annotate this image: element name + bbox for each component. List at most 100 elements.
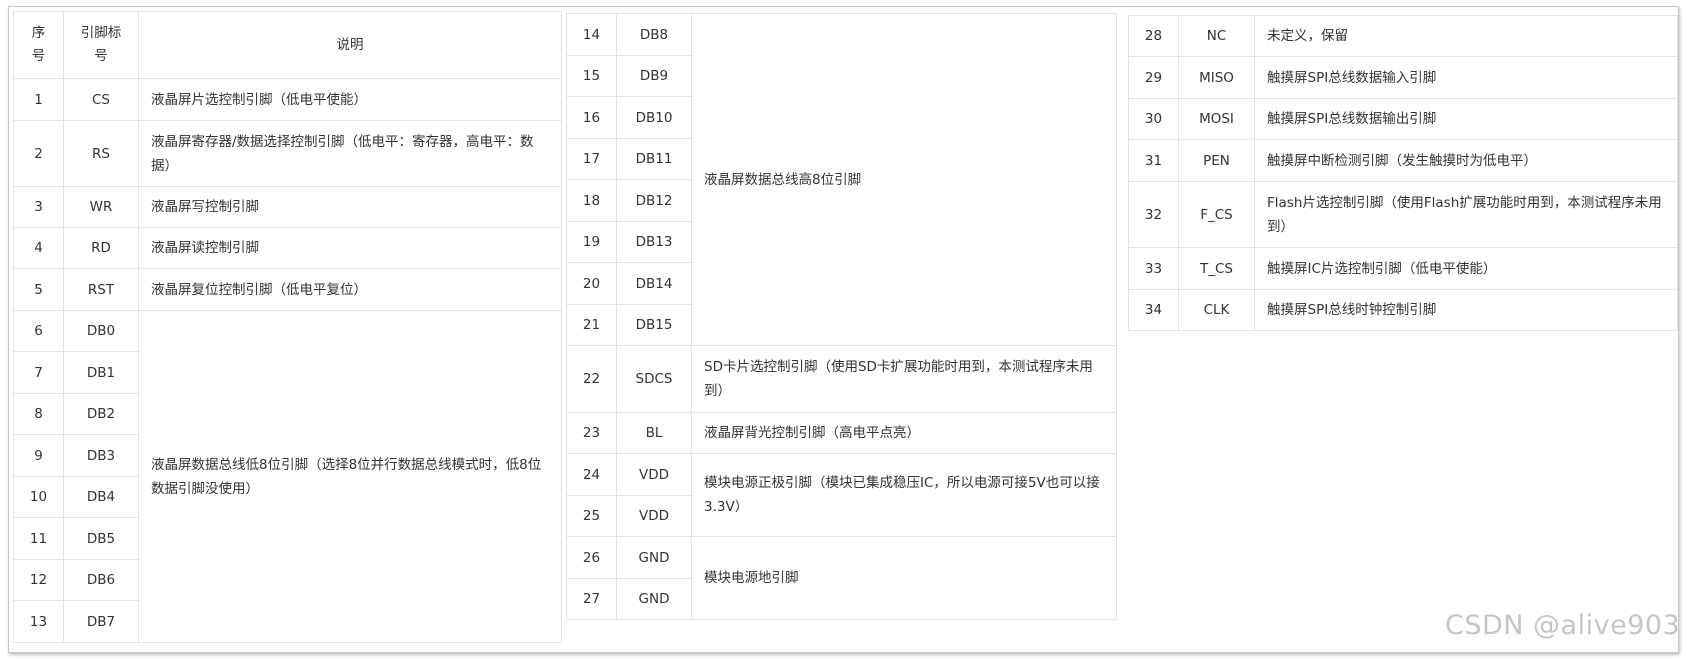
pin-label: DB2 [63,393,139,435]
pin-number: 29 [1128,56,1179,99]
pin-number: 12 [13,559,64,601]
table-header-row: 序号 引脚标号 说明 [13,11,562,79]
pin-label: WR [63,186,139,228]
pin-description: 触摸屏SPI总线数据输出引脚 [1254,98,1678,140]
pin-label: DB1 [63,351,139,394]
pin-number: 6 [13,310,64,352]
table-row: 31 PEN 触摸屏中断检测引脚（发生触摸时为低电平） [1128,139,1678,182]
pin-number: 2 [13,120,64,187]
pin-number: 14 [566,13,617,56]
pin-label: VDD [616,453,692,496]
pin-description: SD卡片选控制引脚（使用SD卡扩展功能时用到，本测试程序未用到） [691,345,1117,413]
table-row: 2 RS 液晶屏寄存器/数据选择控制引脚（低电平：寄存器，高电平：数据） [13,120,562,187]
pin-number: 32 [1128,181,1179,248]
pin-number: 26 [566,536,617,579]
pin-number: 15 [566,55,617,97]
pin-description-merged: 液晶屏数据总线高8位引脚 [691,13,1117,346]
pin-label: GND [616,578,692,620]
table-row: 26 GND 模块电源地引脚 [566,536,1117,620]
pin-number: 20 [566,262,617,305]
pin-number: 22 [566,345,617,413]
pin-table-1: 序号 引脚标号 说明 1 CS 液晶屏片选控制引脚（低电平使能） 2 RS 液晶… [13,11,562,643]
pin-label: MOSI [1178,98,1255,140]
pin-number: 19 [566,221,617,263]
pin-label: DB14 [616,262,692,305]
pin-label: BL [616,412,692,454]
pin-number: 18 [566,179,617,222]
pin-label: PEN [1178,139,1255,182]
pin-description: 触摸屏IC片选控制引脚（低电平使能） [1254,247,1678,290]
pin-label: GND [616,536,692,579]
pin-number: 11 [13,517,64,560]
pin-label: RD [63,227,139,269]
pin-description: 液晶屏片选控制引脚（低电平使能） [138,78,562,121]
pin-description: 触摸屏中断检测引脚（发生触摸时为低电平） [1254,139,1678,182]
pin-label: RS [63,120,139,187]
pin-number: 1 [13,78,64,121]
pin-label: VDD [616,495,692,537]
table-row: 24 VDD 模块电源正极引脚（模块已集成稳压IC，所以电源可接5V也可以接3.… [566,453,1117,537]
pin-label: DB8 [616,13,692,56]
pin-label: DB7 [63,600,139,643]
pin-label: DB9 [616,55,692,97]
pin-label: DB5 [63,517,139,560]
pin-label: CLK [1178,289,1255,331]
pin-label: DB4 [63,476,139,518]
pin-number: 7 [13,351,64,394]
pin-label: MISO [1178,56,1255,99]
pin-description: 液晶屏寄存器/数据选择控制引脚（低电平：寄存器，高电平：数据） [138,120,562,187]
table-row: 29 MISO 触摸屏SPI总线数据输入引脚 [1128,56,1678,99]
pin-description: 未定义，保留 [1254,15,1678,57]
pin-label: DB10 [616,96,692,139]
table-row: 5 RST 液晶屏复位控制引脚（低电平复位） [13,268,562,311]
pin-number: 23 [566,412,617,454]
header-desc: 说明 [138,11,562,79]
pin-label: DB6 [63,559,139,601]
pin-table-3: 28 NC 未定义，保留 29 MISO 触摸屏SPI总线数据输入引脚 30 M… [1128,15,1678,331]
table-row: 22 SDCS SD卡片选控制引脚（使用SD卡扩展功能时用到，本测试程序未用到） [566,345,1117,413]
table-row: 34 CLK 触摸屏SPI总线时钟控制引脚 [1128,289,1678,331]
pin-label: DB13 [616,221,692,263]
pin-number: 4 [13,227,64,269]
pin-number: 31 [1128,139,1179,182]
pin-label: DB15 [616,304,692,346]
pin-description: 液晶屏读控制引脚 [138,227,562,269]
table-row: 23 BL 液晶屏背光控制引脚（高电平点亮） [566,412,1117,454]
pin-description: 触摸屏SPI总线时钟控制引脚 [1254,289,1678,331]
pin-label: NC [1178,15,1255,57]
pin-number: 8 [13,393,64,435]
pin-number: 33 [1128,247,1179,290]
pin-label: T_CS [1178,247,1255,290]
watermark: CSDN @alive903 [1445,610,1681,641]
pin-number: 27 [566,578,617,620]
pin-label: DB3 [63,434,139,477]
pin-number: 17 [566,138,617,180]
pin-number: 9 [13,434,64,477]
pin-label: CS [63,78,139,121]
pin-number: 13 [13,600,64,643]
pin-number: 24 [566,453,617,496]
pin-label: DB12 [616,179,692,222]
table-row: 28 NC 未定义，保留 [1128,15,1678,57]
pin-description: 液晶屏写控制引脚 [138,186,562,228]
pin-description-merged: 液晶屏数据总线低8位引脚（选择8位并行数据总线模式时，低8位数据引脚没使用） [138,310,562,643]
pin-description: 液晶屏复位控制引脚（低电平复位） [138,268,562,311]
table-row: 30 MOSI 触摸屏SPI总线数据输出引脚 [1128,98,1678,140]
table-row: 1 CS 液晶屏片选控制引脚（低电平使能） [13,78,562,121]
pin-description: 触摸屏SPI总线数据输入引脚 [1254,56,1678,99]
pin-number: 34 [1128,289,1179,331]
table-row: 6 DB0 液晶屏数据总线低8位引脚（选择8位并行数据总线模式时，低8位数据引脚… [13,310,562,643]
pin-number: 30 [1128,98,1179,140]
table-row: 3 WR 液晶屏写控制引脚 [13,186,562,228]
pin-number: 25 [566,495,617,537]
pin-number: 21 [566,304,617,346]
header-pin: 引脚标号 [63,11,139,79]
pin-description: 液晶屏背光控制引脚（高电平点亮） [691,412,1117,454]
pin-number: 10 [13,476,64,518]
pin-description: Flash片选控制引脚（使用Flash扩展功能时用到，本测试程序未用到） [1254,181,1678,248]
pin-number: 28 [1128,15,1179,57]
pin-label: DB11 [616,138,692,180]
pin-number: 5 [13,268,64,311]
table-row: 4 RD 液晶屏读控制引脚 [13,227,562,269]
pin-number: 16 [566,96,617,139]
